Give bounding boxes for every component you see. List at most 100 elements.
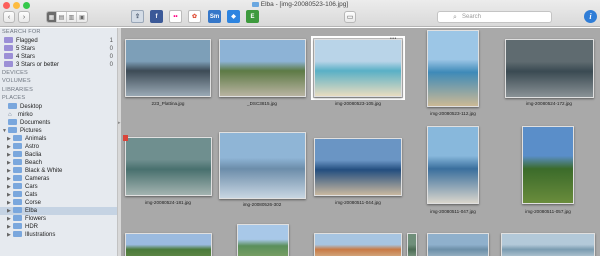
sidebar-item-label: Illustrations	[25, 231, 56, 238]
sidebar-item-label: Cars	[25, 183, 38, 190]
sidebar-item-label: mirko	[18, 111, 33, 118]
grid-view-icon[interactable]: ▦	[47, 12, 57, 22]
detail-view-icon[interactable]: ▥	[67, 12, 77, 22]
forward-button[interactable]: ›	[18, 11, 30, 23]
saved-search-count: 0	[109, 53, 113, 60]
places-header[interactable]: PLACES	[0, 94, 117, 103]
folder-icon	[8, 118, 17, 125]
sidebar-item-astro[interactable]: ▶ Astro	[0, 142, 117, 151]
photo-thumbnail[interactable]	[219, 39, 306, 97]
libraries-header[interactable]: LIBRARIES	[0, 86, 117, 95]
saved-search-count: 0	[109, 61, 113, 68]
saved-search-item[interactable]: 5 Stars 0	[0, 44, 117, 53]
folder-icon	[13, 142, 22, 149]
picasa-icon[interactable]: ✿	[188, 10, 201, 23]
folder-icon	[13, 214, 22, 221]
export-icon[interactable]: ⇪	[131, 10, 144, 23]
flickr-icon[interactable]: ••	[169, 10, 182, 23]
photo-thumbnail[interactable]	[427, 30, 479, 107]
smart-folder-icon	[4, 60, 13, 67]
folder-icon	[8, 102, 17, 109]
flag-icon[interactable]	[123, 135, 128, 141]
saved-search-label: 5 Stars	[16, 45, 36, 52]
photo-thumbnail[interactable]	[219, 132, 306, 199]
evernote-icon[interactable]: E	[246, 10, 259, 23]
sidebar-item-elba[interactable]: ▶ Elba	[0, 206, 117, 215]
sidebar-item-label: Pictures	[20, 127, 42, 134]
photo-thumbnail[interactable]	[314, 39, 402, 97]
saved-search-label: 3 Stars or better	[16, 61, 60, 68]
devices-header[interactable]: DEVICES	[0, 69, 117, 78]
toolbar: Elba - [img-20080523-106.jpg] ‹ › ▦ ▤ ▥ …	[0, 0, 600, 27]
photo-thumbnail[interactable]	[125, 39, 211, 97]
photo-thumbnail[interactable]	[237, 224, 289, 256]
sidebar-item-cats[interactable]: ▶ Cats	[0, 190, 117, 199]
chevron-left-icon: ‹	[7, 13, 11, 21]
sidebar-item-cars[interactable]: ▶ Cars	[0, 182, 117, 191]
sidebar-item-desktop[interactable]: Desktop	[0, 102, 117, 111]
sidebar-item-hdr[interactable]: ▶ HDR	[0, 222, 117, 231]
smart-folder-icon	[4, 52, 13, 59]
zoom-window-button[interactable]	[23, 2, 30, 9]
photo-caption: img-20080511-047.jpg	[430, 209, 476, 214]
back-button[interactable]: ‹	[3, 11, 15, 23]
sidebar-item-mirko[interactable]: ⌂ mirko	[0, 111, 117, 119]
photo-thumbnail[interactable]	[125, 233, 212, 256]
close-window-button[interactable]	[3, 2, 10, 9]
sidebar-item-cameras[interactable]: ▶ Cameras	[0, 174, 117, 183]
saved-search-count: 1	[109, 37, 113, 44]
facebook-icon[interactable]: f	[150, 10, 163, 23]
sidebar-item-label: Animals	[25, 135, 47, 142]
slideshow-button[interactable]: ▭	[344, 11, 356, 23]
saved-search-item[interactable]: 4 Stars 0	[0, 52, 117, 61]
sidebar-item-pictures[interactable]: ▼ Pictures	[0, 126, 117, 135]
photo-caption: img-20080511-057.jpg	[525, 209, 571, 214]
sidebar-item-illustrations[interactable]: ▶ Illustrations	[0, 230, 117, 239]
photo-caption: img-20080511-044.jpg	[335, 200, 381, 205]
photo-caption: img-20080524-181.jpg	[145, 200, 191, 205]
photo-thumbnail[interactable]	[505, 39, 594, 98]
sidebar-item-label: Cameras	[25, 175, 50, 182]
volumes-header[interactable]: VOLUMES	[0, 77, 117, 86]
folder-icon	[13, 222, 22, 229]
sidebar-item-baclia[interactable]: ▶ Baclia	[0, 150, 117, 159]
sidebar-item-animals[interactable]: ▶ Animals	[0, 134, 117, 143]
photo-thumbnail[interactable]	[407, 233, 417, 256]
folder-icon	[8, 126, 17, 133]
sidebar: SEARCH FOR Flagged 1 5 Stars 0 4 Stars 0 3 Sta…	[0, 28, 118, 256]
photo-caption: _DSC3815.jpg	[247, 101, 277, 106]
sidebar-item-label: Documents	[20, 119, 51, 126]
dropbox-icon[interactable]: ◆	[227, 10, 240, 23]
photo-thumbnail[interactable]	[522, 126, 574, 204]
photo-thumbnail[interactable]	[314, 138, 402, 196]
window-title-text: Elba - [img-20080523-106.jpg]	[260, 1, 349, 8]
sidebar-item-black-white[interactable]: ▶ Black & White	[0, 166, 117, 175]
search-field[interactable]: ⌕ Search	[437, 11, 552, 23]
photo-thumbnail[interactable]	[125, 137, 212, 196]
screen-icon: ▭	[346, 14, 354, 21]
sidebar-item-corse[interactable]: ▶ Corse	[0, 198, 117, 207]
sidebar-item-label: Black & White	[25, 167, 63, 174]
saved-search-item[interactable]: 3 Stars or better 0	[0, 60, 117, 69]
photo-thumbnail[interactable]	[314, 233, 402, 256]
sidebar-item-documents[interactable]: Documents	[0, 118, 117, 127]
photo-thumbnail[interactable]	[427, 233, 489, 256]
saved-search-count: 0	[109, 45, 113, 52]
info-icon[interactable]: i	[584, 10, 597, 23]
sidebar-item-flowers[interactable]: ▶ Flowers	[0, 214, 117, 223]
saved-search-item[interactable]: Flagged 1	[0, 36, 117, 45]
single-view-icon[interactable]: ▣	[77, 12, 87, 22]
sidebar-item-label: Elba	[25, 207, 38, 214]
sidebar-item-beach[interactable]: ▶ Beach	[0, 158, 117, 167]
sidebar-item-label: Desktop	[20, 103, 43, 110]
smugmug-icon[interactable]: Sm	[208, 10, 221, 23]
home-icon: ⌂	[8, 111, 12, 118]
photo-grid: 223_Plattina.jpg_DSC3815.jpg•••img-20080…	[121, 28, 600, 256]
photo-thumbnail[interactable]	[501, 233, 595, 256]
photo-thumbnail[interactable]	[427, 126, 479, 204]
list-view-icon[interactable]: ▤	[57, 12, 67, 22]
minimize-window-button[interactable]	[13, 2, 20, 9]
photo-caption: img-20080524-172.jpg	[526, 101, 572, 106]
saved-search-label: Flagged	[16, 37, 38, 44]
sidebar-item-label: Beach	[25, 159, 43, 166]
